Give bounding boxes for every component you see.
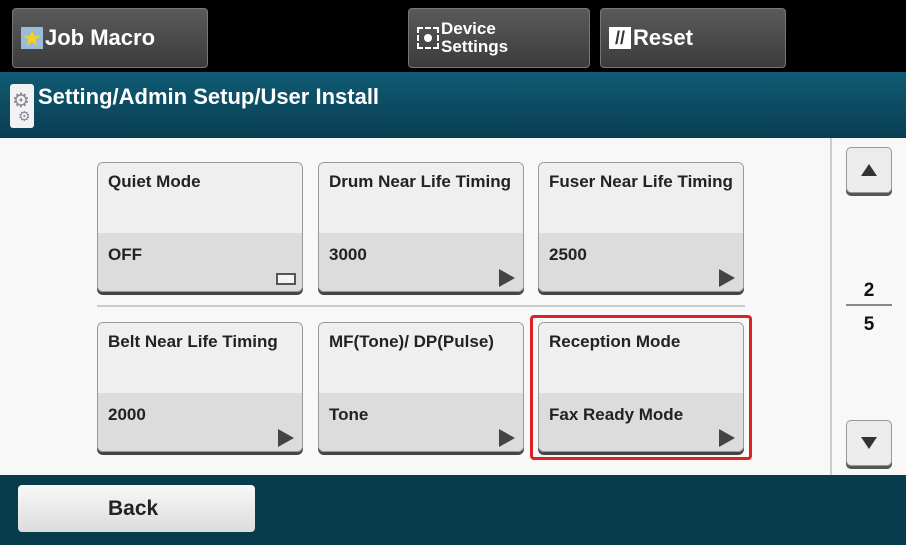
scroll-down-button[interactable]: [846, 420, 892, 466]
reset-button[interactable]: // Reset: [600, 8, 786, 68]
tile-label: Belt Near Life Timing: [98, 323, 302, 393]
selection-highlight: [530, 315, 752, 460]
tile-label: Drum Near Life Timing: [319, 163, 523, 233]
device-settings-button[interactable]: Device Settings: [408, 8, 590, 68]
top-bar: ★ Job Macro Device Settings // Reset: [0, 0, 906, 72]
current-page: 2: [846, 280, 892, 306]
star-icon: ★: [21, 27, 43, 50]
reset-icon: //: [609, 27, 631, 49]
tile-value: 2000: [108, 405, 146, 424]
back-button[interactable]: Back: [18, 485, 255, 532]
arrow-right-icon: [499, 269, 515, 287]
setting-tile[interactable]: Fuser Near Life Timing 2500: [538, 162, 744, 292]
toggle-icon: [276, 273, 296, 285]
setting-tile[interactable]: Quiet Mode OFF: [97, 162, 303, 292]
device-settings-icon: [417, 27, 439, 49]
gear-icon: ⚙ ⚙: [10, 84, 34, 128]
tile-label: MF(Tone)/ DP(Pulse): [319, 323, 523, 393]
bottom-bar: Back: [0, 475, 906, 545]
arrow-right-icon: [719, 269, 735, 287]
tile-label: Quiet Mode: [98, 163, 302, 233]
tile-label: Fuser Near Life Timing: [539, 163, 743, 233]
arrow-right-icon: [499, 429, 515, 447]
title-bar: ⚙ ⚙ Setting/Admin Setup/User Install: [0, 72, 906, 138]
setting-tile[interactable]: Drum Near Life Timing 3000: [318, 162, 524, 292]
tile-value: Tone: [329, 405, 369, 424]
tile-value: OFF: [108, 245, 142, 264]
setting-tile[interactable]: Belt Near Life Timing 2000: [97, 322, 303, 452]
triangle-down-icon: [861, 437, 877, 449]
total-pages: 5: [863, 314, 875, 335]
arrow-right-icon: [278, 429, 294, 447]
tile-value: 3000: [329, 245, 367, 264]
row-divider: [97, 305, 745, 307]
scroll-up-button[interactable]: [846, 147, 892, 193]
triangle-up-icon: [861, 164, 877, 176]
setting-tile[interactable]: MF(Tone)/ DP(Pulse) Tone: [318, 322, 524, 452]
pager: 2 5: [830, 138, 906, 475]
job-macro-button[interactable]: ★ Job Macro: [12, 8, 208, 68]
page-title: Setting/Admin Setup/User Install: [38, 84, 380, 109]
settings-panel: Quiet Mode OFF Drum Near Life Timing 3000 Fu…: [0, 138, 906, 475]
tile-value: 2500: [549, 245, 587, 264]
